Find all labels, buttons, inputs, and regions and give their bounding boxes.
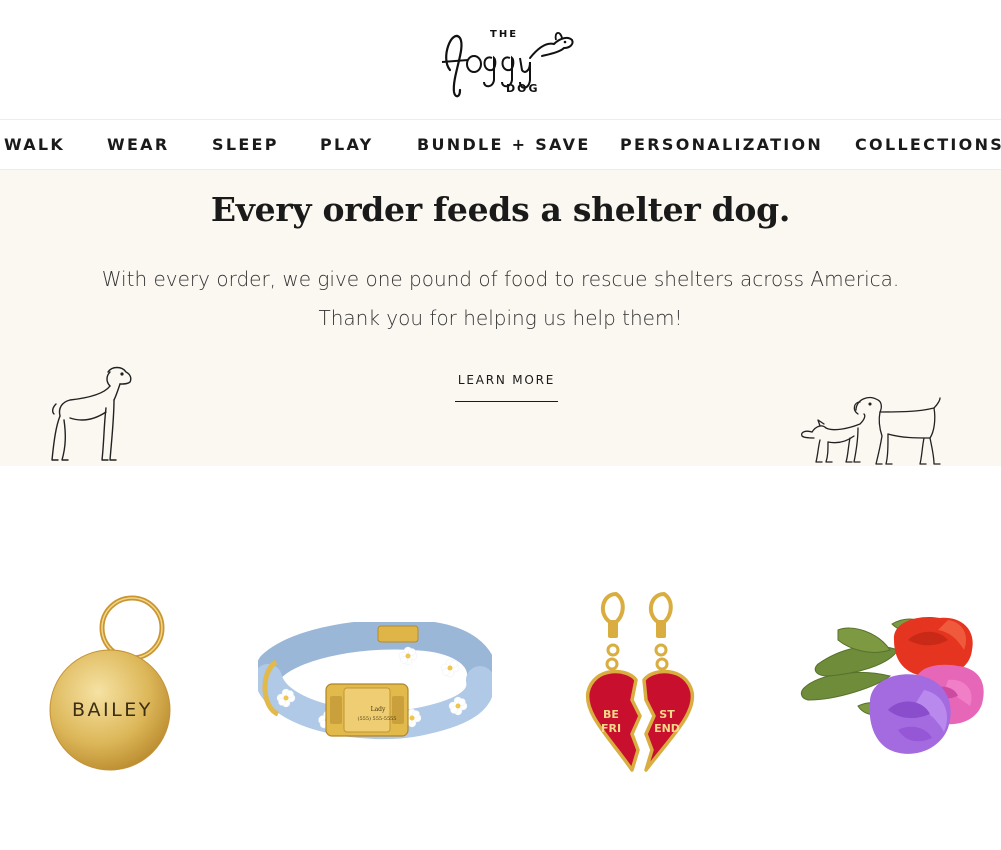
charm-right-text: ST END [650, 708, 684, 736]
charm-right-top: ST [659, 708, 675, 721]
site-header: THE DOG [0, 0, 1001, 119]
logo-the-text: THE [490, 29, 519, 40]
nav-walk[interactable]: WALK [4, 135, 65, 154]
charm-left-bottom: FRI [600, 722, 622, 735]
banner-text-line2: Thank you for helping us help them! [318, 306, 683, 330]
gold-tag-image-icon [49, 595, 171, 771]
logo-dog-text: DOG [506, 82, 540, 95]
product-daisy-collar[interactable]: Lady (555) 555-5555 [258, 622, 492, 742]
tag-engraving: BAILEY [72, 699, 153, 721]
nav-wear[interactable]: WEAR [107, 135, 169, 154]
standing-dog-illustration-icon [51, 366, 132, 461]
brand-logo[interactable]: THE DOG [438, 18, 578, 102]
product-rose-bouquet-toy[interactable] [798, 610, 990, 770]
nav-bundle-save[interactable]: BUNDLE + SAVE [417, 135, 591, 154]
charm-left-text: BE FRI [594, 708, 628, 736]
collar-plate-name: Lady [370, 706, 386, 713]
nav-sleep[interactable]: SLEEP [212, 135, 279, 154]
two-dogs-illustration-icon [800, 396, 941, 465]
shelter-banner: Every order feeds a shelter dog. With ev… [0, 170, 1001, 466]
banner-text-line1: With every order, we give one pound of f… [101, 267, 900, 291]
product-id-tag[interactable]: BAILEY [48, 588, 173, 773]
nav-collections[interactable]: COLLECTIONS [855, 135, 1001, 154]
nav-personalization[interactable]: PERSONALIZATION [620, 135, 823, 154]
charm-left-top: BE [603, 708, 619, 721]
best-friends-charm-image-icon [585, 591, 695, 772]
banner-title: Every order feeds a shelter dog. [210, 190, 791, 229]
learn-more-link[interactable]: LEARN MORE [455, 373, 558, 402]
daisy-collar-image-icon [258, 622, 492, 740]
collar-plate-phone: (555) 555-5555 [357, 716, 397, 722]
main-nav: WALK WEAR SLEEP PLAY BUNDLE + SAVE PERSO… [0, 119, 1001, 170]
charm-right-bottom: END [654, 722, 680, 735]
nav-play[interactable]: PLAY [320, 135, 374, 154]
rose-bouquet-toy-image-icon [800, 616, 984, 754]
product-best-friends-charm[interactable]: BE FRI ST END [580, 588, 700, 778]
